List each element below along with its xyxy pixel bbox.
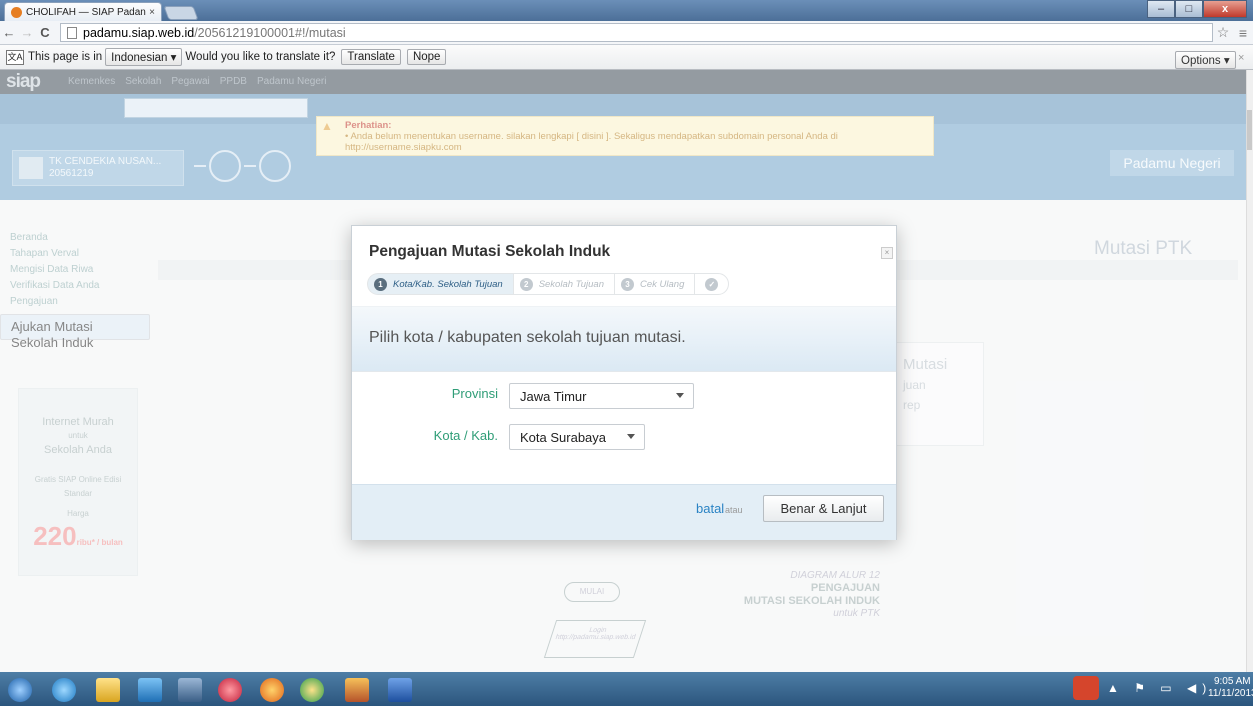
close-window-button[interactable]: x: [1203, 0, 1247, 18]
notification-flag-icon[interactable]: [1073, 676, 1099, 700]
clock-date: 11/11/2013: [1208, 688, 1253, 699]
mutasi-modal: Pengajuan Mutasi Sekolah Induk × 1 Kota/…: [351, 225, 897, 540]
maximize-button[interactable]: □: [1175, 0, 1203, 18]
wizard-step-2[interactable]: 2 Sekolah Tujuan: [512, 273, 614, 295]
chrome-icon[interactable]: [300, 678, 324, 702]
wizard-steps: 1 Kota/Kab. Sekolah Tujuan 2 Sekolah Tuj…: [367, 273, 730, 295]
forward-icon[interactable]: →: [18, 25, 36, 40]
internet-explorer-icon[interactable]: [52, 678, 76, 702]
tab-close-icon[interactable]: ×: [149, 7, 155, 18]
step-label: Cek Ulang: [640, 278, 685, 290]
step-number: 2: [519, 277, 533, 291]
wizard-step-1[interactable]: 1 Kota/Kab. Sekolah Tujuan: [367, 273, 513, 295]
url-path: /20561219100001#!/mutasi: [194, 25, 346, 40]
modal-close-icon[interactable]: ×: [881, 247, 893, 259]
submit-button[interactable]: Benar & Lanjut: [763, 495, 884, 522]
network-app-icon[interactable]: [178, 678, 202, 702]
cancel-link[interactable]: batal: [696, 501, 724, 516]
paint-icon[interactable]: [345, 678, 369, 702]
browser-tab[interactable]: CHOLIFAH — SIAP Padan ×: [4, 2, 162, 21]
chrome-menu-icon[interactable]: ≡: [1233, 25, 1253, 41]
page-icon: [67, 26, 77, 39]
provinsi-label: Provinsi: [451, 386, 498, 401]
kota-select[interactable]: Kota Surabaya: [509, 424, 645, 450]
minimize-button[interactable]: –: [1147, 0, 1175, 18]
firefox-icon[interactable]: [260, 678, 284, 702]
wizard-step-done[interactable]: ✓: [694, 273, 730, 295]
language-dropdown[interactable]: Indonesian ▾: [105, 48, 183, 66]
back-icon[interactable]: ←: [0, 25, 18, 40]
media-player-icon[interactable]: [138, 678, 162, 702]
step-label: Sekolah Tujuan: [538, 278, 604, 290]
translate-question: Would you like to translate it?: [185, 51, 336, 63]
url-domain: padamu.siap.web.id: [83, 25, 195, 40]
start-button-icon[interactable]: [8, 678, 32, 702]
translate-prefix: This page is in: [28, 51, 103, 63]
translate-icon: 文A: [6, 49, 24, 65]
file-explorer-icon[interactable]: [96, 678, 120, 702]
browser-toolbar: ← → C padamu.siap.web.id /20561219100001…: [0, 21, 1253, 45]
translate-close-icon[interactable]: ×: [1238, 52, 1244, 64]
chevron-down-icon: [627, 434, 635, 439]
reload-icon[interactable]: C: [36, 25, 54, 40]
wizard-step-3[interactable]: 3 Cek Ulang: [614, 273, 695, 295]
window-controls: – □ x: [1147, 0, 1247, 18]
address-bar[interactable]: padamu.siap.web.id /20561219100001#!/mut…: [60, 23, 1213, 42]
bookmark-star-icon[interactable]: ☆: [1213, 24, 1233, 41]
scrollbar-thumb[interactable]: [1247, 110, 1252, 150]
modal-prompt: Pilih kota / kabupaten sekolah tujuan mu…: [369, 329, 686, 346]
options-button[interactable]: Options ▾: [1175, 51, 1236, 69]
taskbar-clock[interactable]: 9:05 AM 11/11/2013: [1208, 676, 1253, 700]
step-number: 3: [621, 277, 634, 291]
step-number: 1: [374, 277, 387, 291]
favicon-icon: [11, 6, 22, 18]
tab-title: CHOLIFAH — SIAP Padan: [26, 6, 146, 18]
kota-label: Kota / Kab.: [433, 428, 498, 443]
provinsi-value: Jawa Timur: [520, 389, 587, 404]
clock-time: 9:05 AM: [1213, 676, 1251, 687]
step-label: Kota/Kab. Sekolah Tujuan: [393, 278, 503, 290]
nope-button[interactable]: Nope: [406, 49, 447, 65]
app-icon[interactable]: [218, 678, 242, 702]
provinsi-select[interactable]: Jawa Timur: [509, 383, 694, 409]
vertical-scrollbar[interactable]: [1246, 70, 1253, 672]
system-tray-icons[interactable]: ▲ ⚑ ▭ ◀): [1107, 681, 1212, 695]
translate-bar: 文A This page is in Indonesian ▾ Would yo…: [0, 45, 1253, 70]
modal-title: Pengajuan Mutasi Sekolah Induk: [369, 243, 611, 260]
check-icon: ✓: [705, 277, 719, 291]
chevron-down-icon: [676, 393, 684, 398]
new-tab-button[interactable]: [163, 6, 199, 20]
or-label: atau: [725, 505, 743, 515]
kota-value: Kota Surabaya: [520, 430, 607, 445]
word-icon[interactable]: [388, 678, 412, 702]
translate-button[interactable]: Translate: [341, 49, 401, 65]
